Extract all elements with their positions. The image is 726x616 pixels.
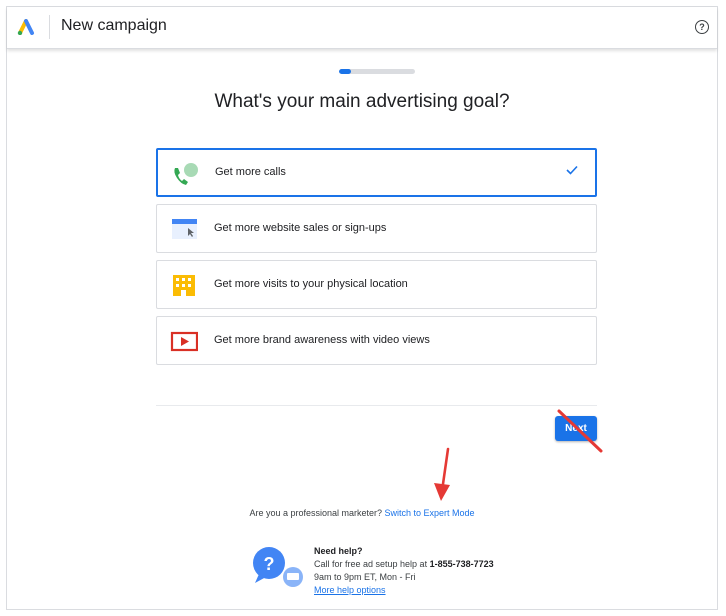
help-title: Need help? [314,546,363,556]
website-icon [172,219,197,239]
goal-option-label: Get more visits to your physical locatio… [214,278,408,290]
divider [156,405,597,406]
progress-fill [339,69,352,74]
phone-icon [174,163,198,185]
goal-option-label: Get more brand awareness with video view… [214,334,430,346]
goal-option-label: Get more website sales or sign-ups [214,222,387,234]
goal-option-label: Get more calls [215,166,286,178]
goal-option-website-sales[interactable]: Get more website sales or sign-ups [156,204,597,253]
goal-option-store-visits[interactable]: Get more visits to your physical locatio… [156,260,597,309]
help-call-line: Call for free ad setup help at 1-855-738… [314,558,494,571]
video-icon [170,331,198,352]
store-icon [173,275,195,296]
goal-heading: What's your main advertising goal? [214,91,510,112]
expert-mode-prompt: Are you a professional marketer? Switch … [7,508,717,518]
help-hours: 9am to 9pm ET, Mon - Fri [314,572,416,582]
help-call-prefix: Call for free ad setup help at [314,559,430,569]
top-bar: New campaign ? [7,7,717,49]
checkmark-icon [566,165,578,175]
red-arrow-annotation [434,447,450,501]
goal-option-calls[interactable]: Get more calls [156,148,597,197]
header-divider [49,15,50,39]
help-phone: 1-855-738-7723 [429,559,494,569]
progress-bar [339,69,415,74]
pro-question: Are you a professional marketer? [249,508,385,518]
goal-option-brand-awareness[interactable]: Get more brand awareness with video view… [156,316,597,365]
app-window: New campaign ? What's your main advertis… [6,6,718,610]
page-title: New campaign [61,17,167,34]
help-section: Need help? Call for free ad setup help a… [314,545,494,597]
svg-text:?: ? [264,554,275,574]
expert-mode-link[interactable]: Switch to Expert Mode [385,508,475,518]
goal-options: Get more calls Get more website sales or… [156,148,597,372]
help-icon[interactable]: ? [695,20,709,34]
help-chat-icon: ? [253,547,303,587]
google-ads-logo-icon [17,19,34,35]
next-button[interactable]: Next [555,416,597,441]
more-help-link[interactable]: More help options [314,584,494,597]
